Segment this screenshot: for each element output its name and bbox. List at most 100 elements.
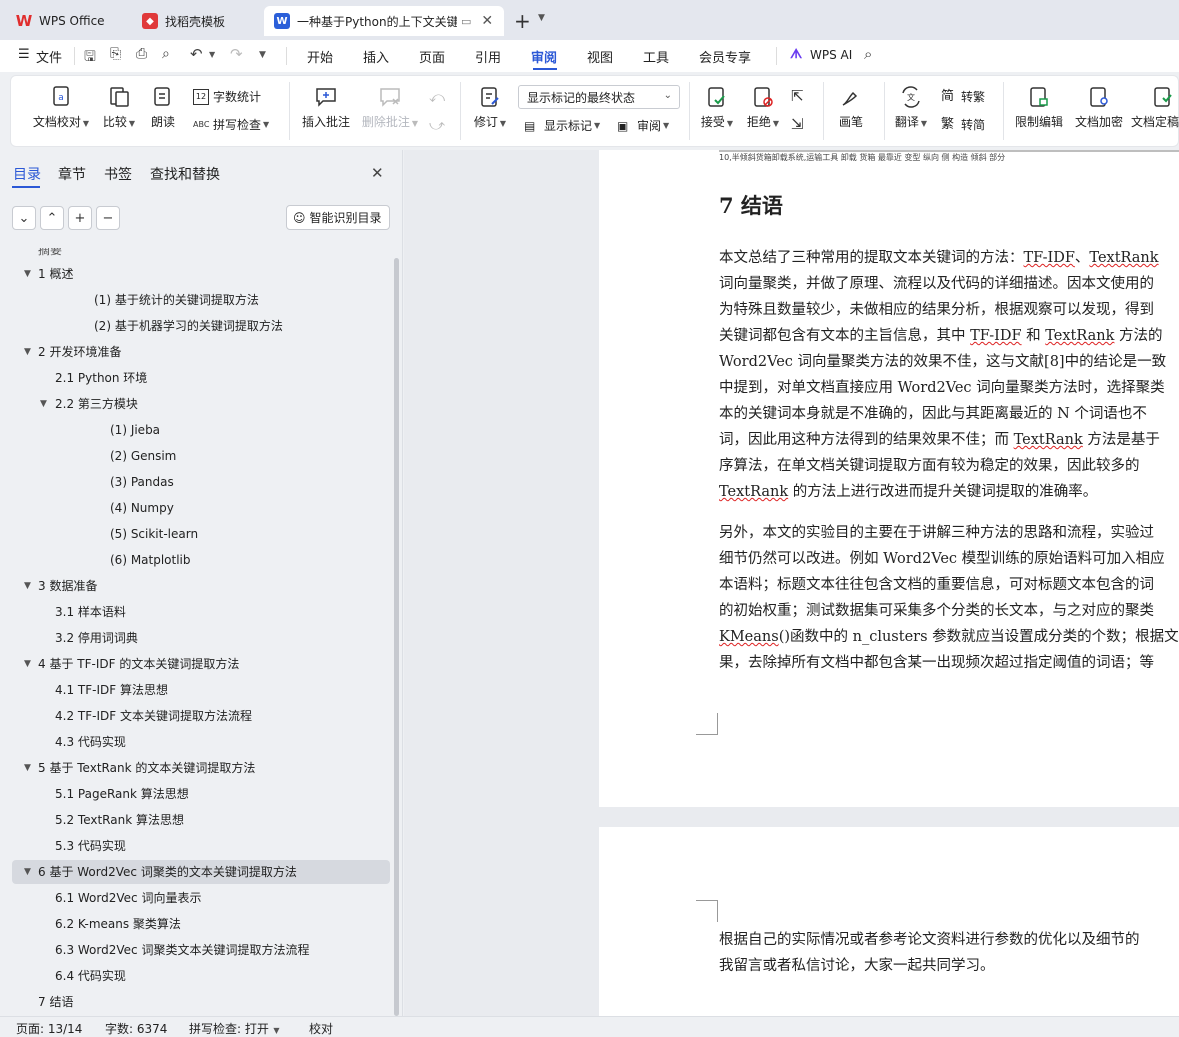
restrict-edit-button[interactable]: 限制编辑	[1011, 85, 1067, 130]
toc-item[interactable]: 3.2 停用词词典	[55, 626, 138, 650]
toc-item[interactable]: 5.1 PageRank 算法思想	[55, 782, 189, 806]
toc-item[interactable]: 6.1 Word2Vec 词向量表示	[55, 886, 201, 910]
share-icon[interactable]: ⎘	[110, 46, 121, 62]
toc-item[interactable]: 7 结语	[38, 990, 73, 1014]
menu-page[interactable]: 页面	[419, 47, 445, 66]
toc-item[interactable]: 2.2 第三方模块	[55, 392, 138, 416]
expanded-triangle-icon[interactable]: ▼	[24, 763, 31, 773]
expanded-triangle-icon[interactable]: ▼	[24, 347, 31, 357]
expand-up-button[interactable]: ⌃	[40, 206, 64, 230]
toc-item[interactable]: 6 基于 Word2Vec 词聚类的文本关键词提取方法	[38, 860, 297, 884]
toc-item[interactable]: 5.3 代码实现	[55, 834, 126, 858]
document-canvas[interactable]: 10,半倾斜货箱卸载系统,运输工具 卸载 货箱 最靠近 变型 纵向 侧 构造 倾…	[404, 150, 1179, 1016]
toc-item[interactable]: (1) 基于统计的关键词提取方法	[94, 288, 259, 312]
track-changes-button[interactable]: 修订 ▼	[469, 85, 511, 130]
monitor-icon[interactable]: ▭	[461, 15, 471, 28]
reject-button[interactable]: 拒绝 ▼	[743, 85, 783, 130]
spell-check-status[interactable]: 拼写检查: 打开 ▼	[189, 1020, 280, 1037]
add-heading-button[interactable]: +	[68, 206, 92, 230]
tab-document[interactable]: W 一种基于Python的上下文关键 ▭ ✕	[264, 6, 504, 36]
read-aloud-button[interactable]: 朗读	[147, 85, 179, 130]
word-count-button[interactable]: 12 字数统计	[193, 88, 261, 105]
toc-item[interactable]: 1 概述	[38, 262, 73, 286]
more-chevron-icon[interactable]: ▼	[259, 50, 266, 60]
insert-comment-button[interactable]: 插入批注	[299, 85, 353, 130]
page-indicator[interactable]: 页面: 13/14	[16, 1020, 82, 1037]
document-page[interactable]: 根据自己的实际情况或者参考论文资料进行参数的优化以及细节的 我留言或者私信讨论，…	[599, 827, 1179, 1016]
expanded-triangle-icon[interactable]: ▼	[24, 867, 31, 877]
toc-item[interactable]: 6.2 K-means 聚类算法	[55, 912, 181, 936]
toc-item[interactable]: (3) Pandas	[110, 470, 174, 494]
show-markup-button[interactable]: ▤ 显示标记 ▼	[524, 117, 600, 134]
translate-button[interactable]: 文 翻译 ▼	[891, 85, 931, 130]
tab-list-chevron-icon[interactable]: ▼	[538, 13, 545, 23]
finalize-button[interactable]: 文档定稿	[1131, 85, 1179, 130]
remove-heading-button[interactable]: −	[96, 206, 120, 230]
toc-item[interactable]: 5.2 TextRank 算法思想	[55, 808, 184, 832]
menu-member[interactable]: 会员专享	[699, 47, 751, 66]
encrypt-button[interactable]: 文档加密	[1071, 85, 1127, 130]
new-tab-icon[interactable]: +	[514, 9, 531, 33]
toc-item[interactable]: 3 数据准备	[38, 574, 97, 598]
next-change-icon[interactable]: ⇲	[791, 115, 804, 133]
toc-item[interactable]: 4.2 TF-IDF 文本关键词提取方法流程	[55, 704, 252, 728]
toc-item[interactable]: (5) Scikit-learn	[110, 522, 198, 546]
compare-button[interactable]: 比较 ▼	[99, 85, 139, 130]
tab-toc[interactable]: 目录	[13, 164, 41, 184]
toc-item[interactable]: 2 开发环境准备	[38, 340, 121, 364]
toc-item[interactable]: (1) Jieba	[110, 418, 160, 442]
toc-item[interactable]: 4.1 TF-IDF 算法思想	[55, 678, 168, 702]
to-traditional-button[interactable]: 简 转繁	[941, 88, 985, 105]
tab-bookmarks[interactable]: 书签	[104, 164, 132, 184]
prev-change-icon[interactable]: ⇱	[791, 87, 804, 105]
spell-check-button[interactable]: ABC 拼写检查 ▼	[193, 116, 269, 133]
menu-references[interactable]: 引用	[475, 47, 501, 66]
save-icon[interactable]: 🖫	[84, 46, 96, 70]
to-simplified-button[interactable]: 繁 转简	[941, 116, 985, 133]
toc-item[interactable]: 4 基于 TF-IDF 的文本关键词提取方法	[38, 652, 239, 676]
print-icon[interactable]: ⎙	[136, 46, 147, 62]
print-preview-icon[interactable]: ⌕	[162, 46, 170, 62]
document-page[interactable]: 10,半倾斜货箱卸载系统,运输工具 卸载 货箱 最靠近 变型 纵向 侧 构造 倾…	[599, 150, 1179, 807]
close-tab-icon[interactable]: ✕	[481, 13, 493, 29]
markup-state-select[interactable]: 显示标记的最终状态 ⌄	[518, 85, 680, 109]
toc-item[interactable]: 2.1 Python 环境	[55, 366, 147, 390]
menu-insert[interactable]: 插入	[363, 47, 389, 66]
toc-item[interactable]: (2) Gensim	[110, 444, 176, 468]
proof-status[interactable]: 校对	[309, 1020, 333, 1037]
review-pane-button[interactable]: ▣ 审阅 ▼	[617, 117, 669, 134]
search-icon[interactable]: ⌕	[864, 45, 872, 63]
word-count-status[interactable]: 字数: 6374	[105, 1020, 167, 1037]
toc-item[interactable]: 5 基于 TextRank 的文本关键词提取方法	[38, 756, 255, 780]
close-pane-icon[interactable]: ✕	[371, 164, 384, 182]
tab-template[interactable]: ◆ 找稻壳模板	[132, 6, 260, 36]
redo-icon[interactable]: ↷	[230, 45, 243, 63]
expanded-triangle-icon[interactable]: ▼	[40, 399, 47, 409]
prev-comment-icon[interactable]: ⤺	[429, 88, 445, 106]
toc-item[interactable]: (6) Matplotlib	[110, 548, 191, 572]
tab-wps-office[interactable]: W WPS Office	[6, 6, 124, 36]
expanded-triangle-icon[interactable]: ▼	[24, 269, 31, 279]
undo-icon[interactable]: ↶	[190, 45, 203, 63]
delete-comment-button[interactable]: 删除批注 ▼	[359, 85, 421, 130]
toc-item[interactable]: 6.4 代码实现	[55, 964, 126, 988]
pen-button[interactable]: 画笔	[833, 85, 869, 130]
undo-chevron-icon[interactable]: ▼	[209, 50, 215, 59]
toc-item[interactable]: (4) Numpy	[110, 496, 174, 520]
toc-item[interactable]: 6.3 Word2Vec 词聚类文本关键词提取方法流程	[55, 938, 309, 962]
expanded-triangle-icon[interactable]: ▼	[24, 659, 31, 669]
menu-review[interactable]: 审阅	[531, 47, 557, 66]
toc-item[interactable]: (2) 基于机器学习的关键词提取方法	[94, 314, 283, 338]
accept-button[interactable]: 接受 ▼	[697, 85, 737, 130]
menu-wps-ai[interactable]: WPS AI	[810, 48, 852, 62]
menu-file[interactable]: 文件	[36, 47, 62, 66]
toc-item[interactable]: 3.1 样本语料	[55, 600, 126, 624]
tab-chapters[interactable]: 章节	[58, 164, 86, 184]
tab-find-replace[interactable]: 查找和替换	[150, 164, 220, 184]
menu-home[interactable]: 开始	[307, 47, 333, 66]
next-comment-icon[interactable]: ⤻	[429, 116, 445, 134]
menu-view[interactable]: 视图	[587, 47, 613, 66]
collapse-all-button[interactable]: ⌄	[12, 206, 36, 230]
toc-scrollbar[interactable]	[394, 258, 399, 1016]
toc-item[interactable]: 摘要	[38, 248, 62, 262]
